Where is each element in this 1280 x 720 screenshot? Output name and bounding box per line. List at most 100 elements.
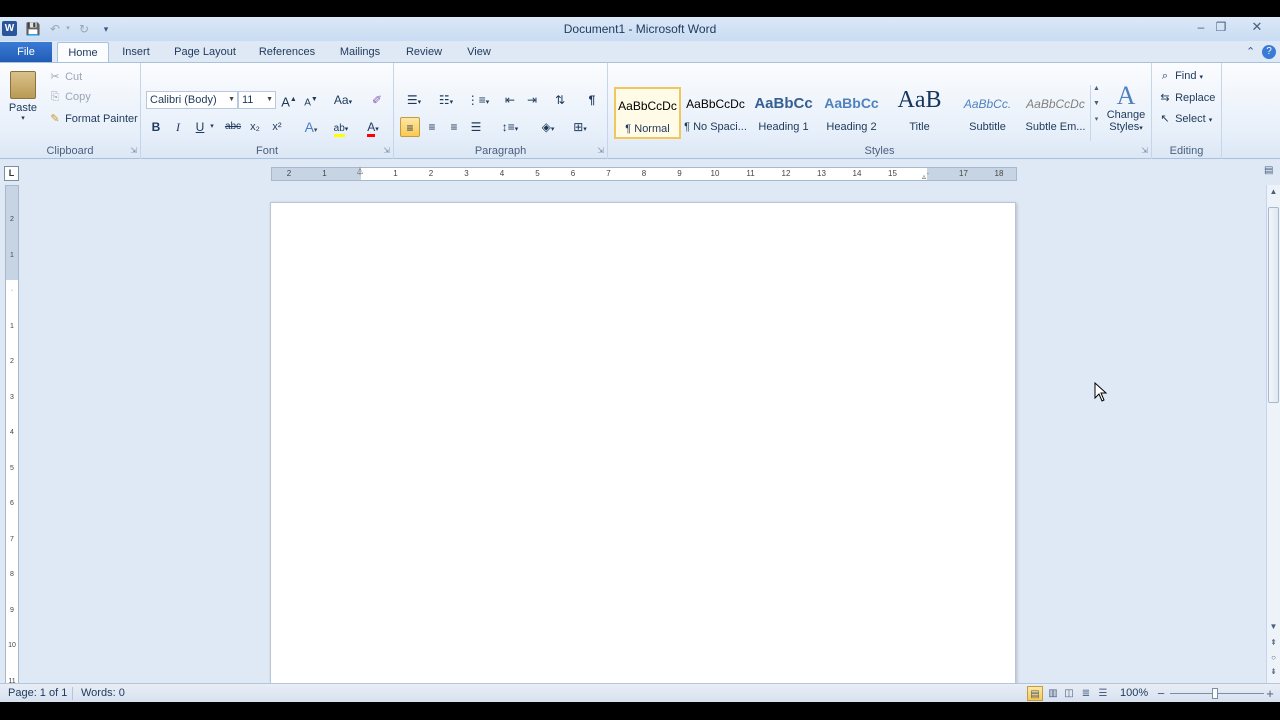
superscript-button[interactable]: x²: [267, 117, 287, 137]
show-hide-marks-button[interactable]: ¶: [582, 90, 602, 110]
style-subtle-emphasis[interactable]: AaBbCcDc Subtle Em...: [1022, 87, 1089, 139]
replace-label: Replace: [1175, 92, 1216, 104]
highlight-button[interactable]: ab▾: [327, 117, 355, 137]
text-effects-button[interactable]: A▾: [297, 117, 325, 137]
underline-dropdown-icon[interactable]: ▾: [207, 117, 217, 137]
text-effects-icon: A: [304, 119, 314, 135]
line-spacing-button[interactable]: ↕≡▾: [496, 117, 524, 137]
horizontal-ruler[interactable]: 2 1 · 1 2 3 4 5 6 7 8 9 10 11 12 13 14 15 · 17 18 ⏃ ▵: [271, 167, 1017, 181]
find-button[interactable]: ⌕ Find ▾: [1158, 70, 1203, 83]
numbering-button[interactable]: ☷▾: [432, 90, 460, 110]
paragraph-launcher-icon[interactable]: ⇲: [597, 146, 604, 155]
style-title[interactable]: AaB Title: [886, 87, 953, 139]
style-normal[interactable]: AaBbCcDc ¶ Normal: [614, 87, 681, 139]
clipboard-launcher-icon[interactable]: ⇲: [130, 146, 137, 155]
copy-button[interactable]: ⎘ Copy: [48, 91, 91, 104]
zoom-in-button[interactable]: +: [1262, 686, 1278, 701]
multilevel-list-button[interactable]: ⋮≡▾: [464, 90, 492, 110]
change-case-button[interactable]: Aa▾: [329, 90, 357, 110]
close-icon[interactable]: ✕: [1246, 19, 1268, 35]
vertical-scrollbar[interactable]: ▲ ▼ ⇞ ○ ⇟: [1266, 185, 1280, 685]
subscript-button[interactable]: x₂: [245, 117, 265, 137]
draft-icon[interactable]: ☰: [1095, 686, 1111, 701]
tab-page-layout[interactable]: Page Layout: [166, 42, 244, 63]
shrink-font-button[interactable]: A▼: [301, 90, 321, 110]
tab-view[interactable]: View: [458, 42, 500, 63]
format-painter-button[interactable]: ✎ Format Painter: [48, 112, 137, 125]
minimize-icon[interactable]: –: [1190, 19, 1212, 35]
change-styles-button[interactable]: A Change Styles▾: [1104, 83, 1148, 134]
align-center-button[interactable]: ≡: [422, 117, 442, 137]
ruler-tick-label: 7: [606, 169, 611, 178]
vertical-ruler[interactable]: 2 1 · 1 2 3 4 5 6 7 8 9 10 11: [5, 185, 19, 685]
vruler-tick-label: 3: [10, 393, 14, 401]
increase-indent-button[interactable]: ⇥: [522, 90, 542, 110]
bullets-button[interactable]: ☰▾: [400, 90, 428, 110]
web-layout-icon[interactable]: ◫: [1061, 686, 1077, 701]
outline-icon[interactable]: ≣: [1078, 686, 1094, 701]
right-indent-icon[interactable]: ▵: [922, 172, 926, 181]
increase-indent-icon: ⇥: [526, 93, 538, 107]
browse-object-icon[interactable]: ○: [1267, 653, 1280, 662]
align-left-button[interactable]: ≡: [400, 117, 420, 137]
minimize-ribbon-icon[interactable]: ⌃: [1246, 45, 1255, 58]
view-ruler-icon[interactable]: ▤: [1264, 165, 1278, 179]
scroll-down-icon[interactable]: ▼: [1267, 622, 1280, 631]
tab-references[interactable]: References: [252, 42, 322, 63]
font-size-box[interactable]: 11 ▼: [238, 91, 276, 109]
zoom-out-button[interactable]: −: [1153, 686, 1169, 701]
font-label: Font: [255, 145, 278, 157]
restore-icon[interactable]: ❐: [1210, 19, 1232, 35]
grow-font-button[interactable]: A▲: [279, 90, 299, 110]
paint-bucket-icon: ◈: [541, 120, 551, 134]
decrease-indent-button[interactable]: ⇤: [500, 90, 520, 110]
binoculars-icon: ⌕: [1161, 70, 1169, 82]
sort-button[interactable]: ⇅: [550, 90, 570, 110]
select-button[interactable]: ↖ Select ▾: [1158, 112, 1212, 125]
bold-button[interactable]: B: [146, 117, 166, 137]
word-count[interactable]: Words: 0: [81, 687, 125, 699]
previous-page-icon[interactable]: ⇞: [1267, 638, 1280, 647]
style-heading-2[interactable]: AaBbCc Heading 2: [818, 87, 885, 139]
clear-formatting-button[interactable]: ✐: [367, 90, 387, 110]
style-heading-1[interactable]: AaBbCc Heading 1: [750, 87, 817, 139]
zoom-level[interactable]: 100%: [1120, 687, 1148, 699]
tab-insert[interactable]: Insert: [114, 42, 158, 63]
tab-mailings[interactable]: Mailings: [330, 42, 390, 63]
change-styles-label: Change: [1106, 109, 1146, 121]
font-launcher-icon[interactable]: ⇲: [383, 146, 390, 155]
paste-button[interactable]: Paste ▾: [6, 69, 40, 125]
help-icon[interactable]: ?: [1262, 45, 1276, 59]
font-color-button[interactable]: A▾: [359, 117, 387, 137]
tab-file[interactable]: File: [0, 42, 52, 63]
tab-home[interactable]: Home: [57, 42, 109, 63]
gallery-scroll[interactable]: ▲ ▼ ▾: [1090, 85, 1102, 141]
page-count[interactable]: Page: 1 of 1: [8, 687, 67, 699]
shading-button[interactable]: ◈▾: [534, 117, 562, 137]
strikethrough-button[interactable]: abc: [223, 117, 243, 137]
document-page[interactable]: [270, 202, 1016, 702]
tab-selector[interactable]: L: [4, 166, 19, 181]
borders-button[interactable]: ⊞▾: [566, 117, 594, 137]
vruler-tick-label: ·: [10, 287, 14, 294]
left-margin-area: [272, 168, 361, 180]
ruler-tick-label: 17: [959, 169, 968, 178]
scroll-thumb[interactable]: [1268, 207, 1279, 403]
cut-button[interactable]: ✂ Cut: [48, 70, 82, 83]
justify-button[interactable]: ☰: [466, 117, 486, 137]
styles-launcher-icon[interactable]: ⇲: [1141, 146, 1148, 155]
tab-review[interactable]: Review: [398, 42, 450, 63]
full-screen-reading-icon[interactable]: ▥: [1045, 686, 1061, 701]
next-page-icon[interactable]: ⇟: [1267, 667, 1280, 676]
italic-button[interactable]: I: [168, 117, 188, 137]
zoom-slider-thumb[interactable]: [1212, 688, 1218, 699]
style-subtitle[interactable]: AaBbCc. Subtitle: [954, 87, 1021, 139]
align-right-button[interactable]: ≡: [444, 117, 464, 137]
style-no-spacing[interactable]: AaBbCcDc ¶ No Spaci...: [682, 87, 749, 139]
replace-button[interactable]: ⇆ Replace: [1158, 91, 1215, 104]
indent-marker-icon[interactable]: ⏃: [356, 166, 364, 177]
print-layout-icon[interactable]: ▤: [1027, 686, 1043, 701]
scroll-up-icon[interactable]: ▲: [1267, 187, 1280, 196]
paste-dropdown-icon: ▾: [21, 115, 25, 122]
font-name-box[interactable]: Calibri (Body) ▼: [146, 91, 238, 109]
